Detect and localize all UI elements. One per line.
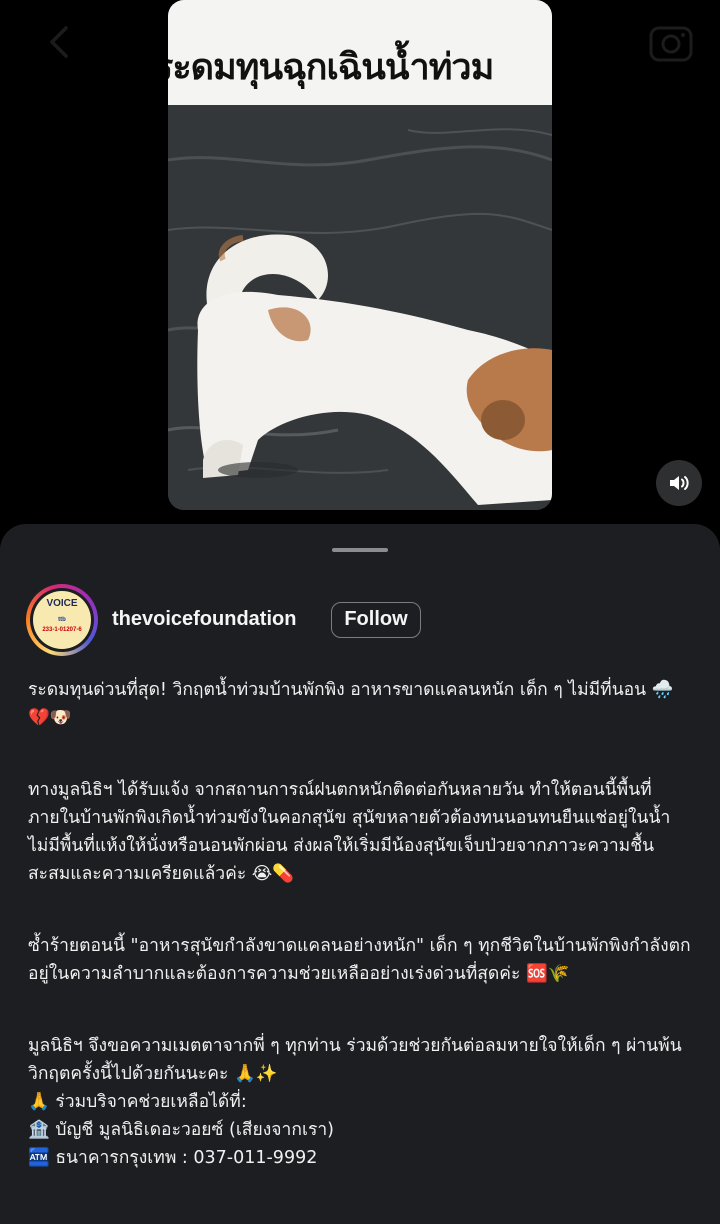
caption-line: 🙏 ร่วมบริจาคช่วยเหลือได้ที่: [28,1092,247,1112]
username[interactable]: thevoicefoundation [112,608,296,631]
caption-line: 🏧 ธนาคารกรุงเทพ : 037-011-9992 [28,1148,318,1168]
camera-icon[interactable] [648,20,694,64]
caption-paragraph: ทางมูลนิธิฯ ได้รับแจ้ง จากสถานการณ์ฝนตกห… [28,780,671,884]
post-details-sheet: VOICE ttb 233-1-01207-6 thevoicefoundati… [0,524,720,1224]
video-caption-text: ระดมทุนฉุกเฉินน้ำท่วม [168,47,494,88]
avatar-logo-text: VOICE [46,598,78,609]
caption-paragraph: ระดมทุนด่วนที่สุด! วิกฤตน้ำท่วมบ้านพักพิ… [28,680,674,728]
chevron-left-icon[interactable] [40,22,80,62]
caption-paragraph: ซ้ำร้ายตอนนี้ "อาหารสุนัขกำลังขาดแคลนอย่… [28,936,691,984]
video-caption-banner: ระดมทุนฉุกเฉินน้ำท่วม [168,0,552,105]
sheet-drag-handle[interactable] [332,548,388,552]
speaker-icon [670,476,689,490]
caption-paragraph: มูลนิธิฯ จึงขอความเมตตาจากพี่ ๆ ทุกท่าน … [28,1036,682,1084]
caption-line: 🏦 บัญชี มูลนิธิเดอะวอยซ์ (เสียงจากเรา) [28,1120,335,1140]
avatar-image: VOICE ttb 233-1-01207-6 [33,591,91,649]
video-player[interactable]: ระดมทุนฉุกเฉินน้ำท่วม [168,0,552,510]
sound-toggle-button[interactable] [656,460,702,506]
avatar-bank-text: ttb [58,617,66,623]
post-caption: ระดมทุนด่วนที่สุด! วิกฤตน้ำท่วมบ้านพักพิ… [28,676,694,1172]
avatar[interactable]: VOICE ttb 233-1-01207-6 [26,584,98,656]
follow-button[interactable]: Follow [331,602,421,638]
media-viewer: ระดมทุนฉุกเฉินน้ำท่วม [0,0,720,540]
avatar-account-text: 233-1-01207-6 [42,627,82,633]
